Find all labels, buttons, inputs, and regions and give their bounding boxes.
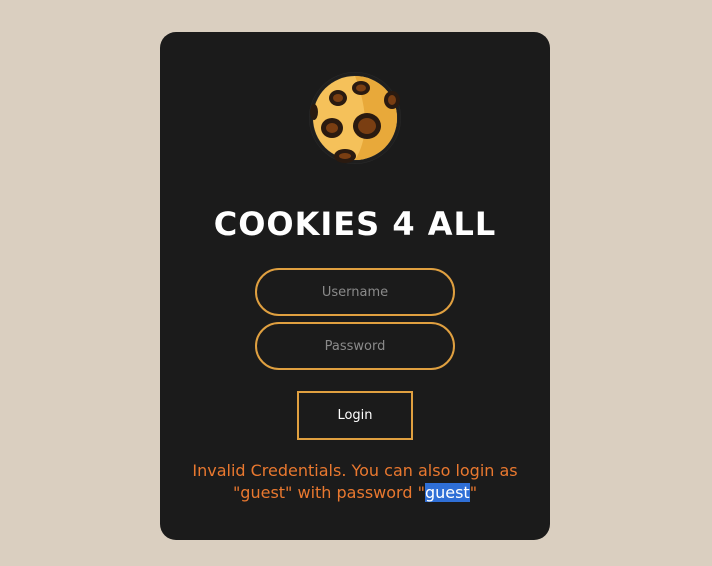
login-button[interactable]: Login [297, 391, 413, 440]
password-field[interactable] [255, 322, 455, 370]
selected-password-text: guest [424, 483, 470, 502]
login-card: COOKIES 4 ALL Login Invalid Credentials.… [160, 32, 550, 540]
page-title: COOKIES 4 ALL [213, 205, 497, 243]
error-message-end: " [469, 483, 478, 502]
error-message: Invalid Credentials. You can also login … [180, 460, 530, 504]
cookie-icon [309, 72, 401, 164]
username-field[interactable] [255, 268, 455, 316]
